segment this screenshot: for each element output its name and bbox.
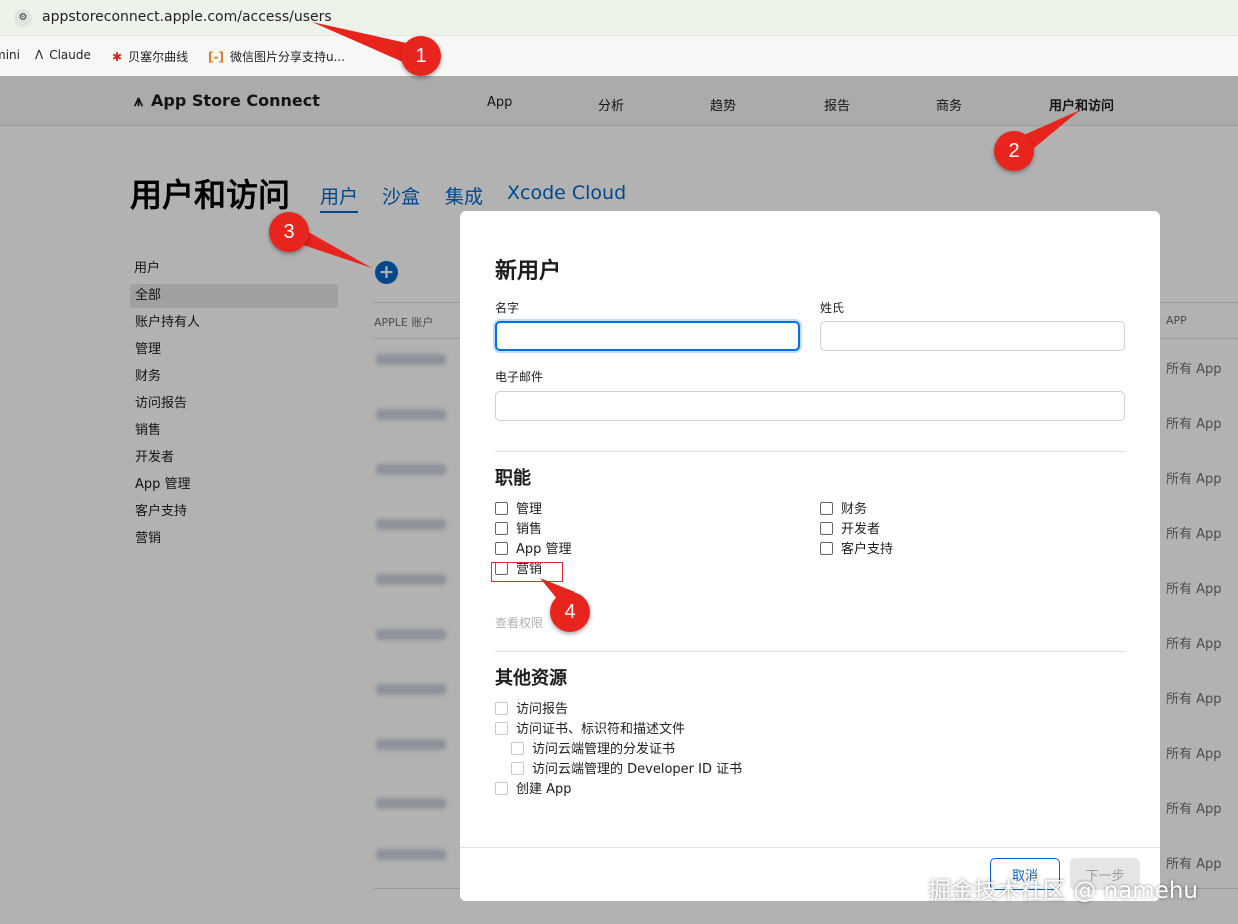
annotation-badge-1: 1 xyxy=(401,36,441,76)
section-divider xyxy=(495,451,1125,452)
checkbox[interactable] xyxy=(820,502,833,515)
checkbox[interactable] xyxy=(495,702,508,715)
checkbox[interactable] xyxy=(495,782,508,795)
new-user-dialog: 新用户 名字 姓氏 电子邮件 职能 管理 销售 App 管理 营销 财务 开发者… xyxy=(460,211,1160,901)
last-name-field[interactable] xyxy=(820,321,1125,351)
section-divider xyxy=(495,651,1125,652)
resource-certificates-checkbox[interactable]: 访问证书、标识符和描述文件 xyxy=(495,721,685,739)
annotation-badge-2: 2 xyxy=(994,131,1034,171)
url-text[interactable]: appstoreconnect.apple.com/access/users xyxy=(42,9,332,25)
role-admin-checkbox[interactable]: 管理 xyxy=(495,501,542,519)
bookmark-item[interactable]: [-] 微信图片分享支持u... xyxy=(208,48,345,65)
claude-icon: Ʌ xyxy=(35,48,44,62)
annotation-badge-4: 4 xyxy=(550,592,590,632)
resource-access-reports-checkbox[interactable]: 访问报告 xyxy=(495,701,568,719)
role-finance-checkbox[interactable]: 财务 xyxy=(820,501,867,519)
role-sales-checkbox[interactable]: 销售 xyxy=(495,521,542,539)
bezier-icon: ✱ xyxy=(112,50,123,64)
checkbox[interactable] xyxy=(495,522,508,535)
first-name-label: 名字 xyxy=(495,301,520,315)
resource-cloud-distribution-cert-checkbox[interactable]: 访问云端管理的分发证书 xyxy=(511,741,675,759)
checkbox[interactable] xyxy=(820,542,833,555)
watermark: 掘金技术社区 @ namehu xyxy=(928,878,1199,904)
roles-title: 职能 xyxy=(495,468,531,489)
checkbox[interactable] xyxy=(511,762,524,775)
checkbox[interactable] xyxy=(495,722,508,735)
role-customer-support-checkbox[interactable]: 客户支持 xyxy=(820,541,893,559)
site-settings-icon[interactable]: ⚙ xyxy=(14,9,32,27)
checkbox[interactable] xyxy=(820,522,833,535)
role-developer-checkbox[interactable]: 开发者 xyxy=(820,521,880,539)
role-app-manager-checkbox[interactable]: App 管理 xyxy=(495,541,572,559)
checkbox[interactable] xyxy=(511,742,524,755)
code-bracket-icon: [-] xyxy=(208,50,224,64)
resource-create-app-checkbox[interactable]: 创建 App xyxy=(495,781,572,799)
annotation-badge-3: 3 xyxy=(269,212,309,252)
bookmark-item[interactable]: mini xyxy=(0,48,20,62)
bookmark-item[interactable]: Ʌ Claude xyxy=(35,48,91,62)
checkbox[interactable] xyxy=(495,502,508,515)
bookmarks-bar: mini ɅClaude ✱贝塞尔曲线 [-]微信图片分享支持u... xyxy=(0,36,1238,76)
view-permissions-link[interactable]: 查看权限 xyxy=(495,614,543,631)
dialog-title: 新用户 xyxy=(495,259,562,284)
last-name-label: 姓氏 xyxy=(820,301,845,315)
resources-title: 其他资源 xyxy=(495,668,567,689)
checkbox[interactable] xyxy=(495,542,508,555)
resource-cloud-developer-id-cert-checkbox[interactable]: 访问云端管理的 Developer ID 证书 xyxy=(511,761,742,779)
bookmark-item[interactable]: ✱ 贝塞尔曲线 xyxy=(112,48,188,65)
browser-address-bar[interactable]: ⚙ appstoreconnect.apple.com/access/users xyxy=(0,0,1238,36)
highlight-marketing-box xyxy=(491,562,563,582)
email-field[interactable] xyxy=(495,391,1125,421)
email-label: 电子邮件 xyxy=(495,370,544,384)
first-name-field[interactable] xyxy=(495,321,800,351)
